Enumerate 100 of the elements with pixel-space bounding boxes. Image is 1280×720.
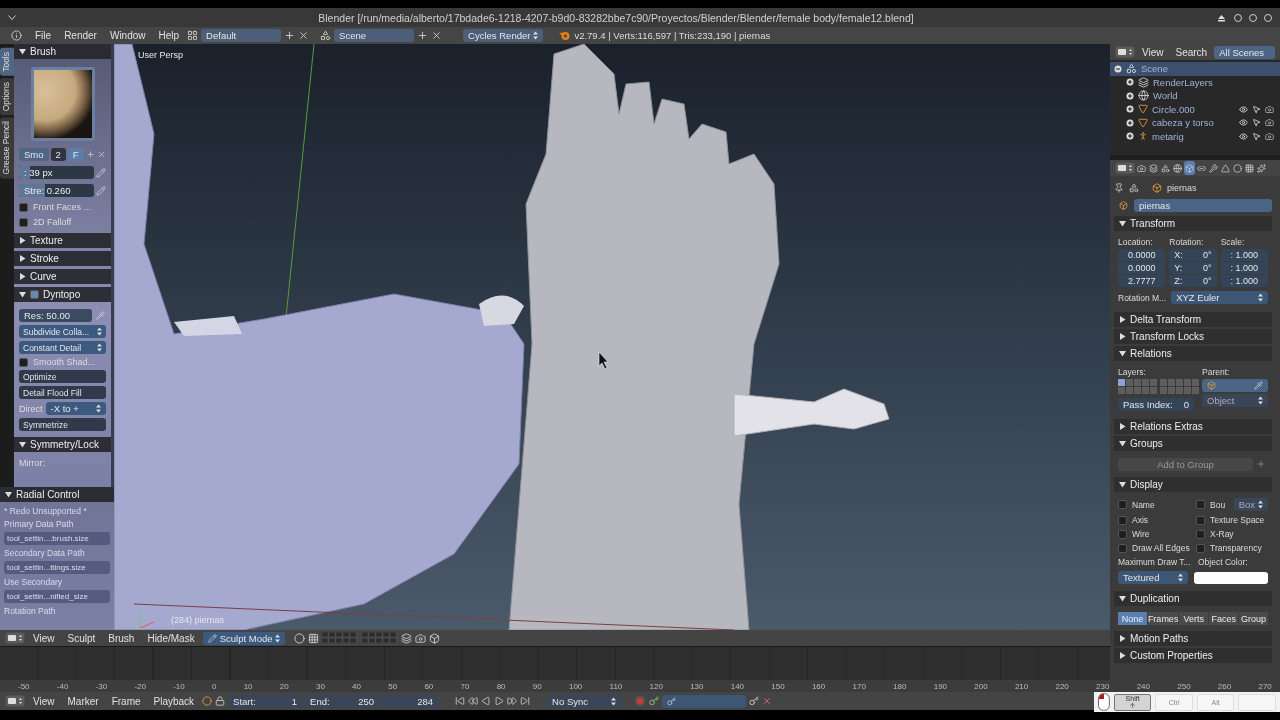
rotation-mode-dropdown[interactable]: XYZ Euler bbox=[1171, 291, 1268, 304]
panel-header[interactable]: Motion Paths bbox=[1114, 631, 1272, 646]
layer-toggle[interactable] bbox=[1150, 387, 1157, 394]
eye-icon[interactable] bbox=[1239, 118, 1248, 128]
layer-toggle[interactable] bbox=[1142, 387, 1149, 394]
location-field[interactable]: 0.0000 bbox=[1118, 262, 1166, 274]
panel-header[interactable]: Stroke bbox=[14, 251, 111, 266]
record-button-icon[interactable] bbox=[634, 695, 647, 707]
layer-toggle[interactable] bbox=[1150, 379, 1157, 386]
layer-toggle[interactable] bbox=[1126, 379, 1133, 386]
panel-header[interactable]: Custom Properties bbox=[1114, 648, 1272, 663]
add-icon[interactable] bbox=[417, 30, 429, 41]
pressure-pen-icon[interactable] bbox=[96, 167, 106, 178]
panel-header[interactable]: Relations Extras bbox=[1114, 419, 1272, 434]
cube-icon[interactable] bbox=[429, 632, 441, 644]
panel-header[interactable]: Dyntopo bbox=[14, 287, 111, 302]
shelf-tab[interactable]: Options bbox=[0, 77, 14, 116]
outliner-row[interactable]: Scene bbox=[1110, 62, 1280, 76]
duplication-option[interactable]: Faces bbox=[1209, 612, 1239, 625]
expand-icon[interactable] bbox=[1126, 91, 1134, 100]
pass-index-field[interactable]: Pass Index: 0 bbox=[1118, 398, 1194, 411]
menu-item[interactable]: Search bbox=[1170, 46, 1213, 58]
start-frame-field[interactable]: Start: 1 bbox=[228, 694, 303, 708]
context-tab[interactable] bbox=[1208, 161, 1219, 175]
tool-button[interactable]: Optimize bbox=[19, 370, 106, 383]
scene-field[interactable]: Scene bbox=[334, 29, 415, 42]
checkbox[interactable] bbox=[1196, 543, 1205, 553]
expand-icon[interactable] bbox=[1126, 78, 1134, 87]
checkbox[interactable] bbox=[1118, 515, 1127, 525]
shading-icon[interactable] bbox=[294, 632, 306, 644]
context-tab[interactable] bbox=[1256, 161, 1267, 175]
delete-keyframe-icon[interactable] bbox=[762, 696, 773, 706]
lock-icon[interactable] bbox=[215, 696, 226, 706]
mode-dropdown[interactable]: Sculpt Mode bbox=[202, 631, 286, 645]
close-icon[interactable] bbox=[298, 30, 310, 41]
add-icon[interactable] bbox=[284, 30, 296, 41]
layer-toggle[interactable] bbox=[1118, 387, 1125, 394]
panel-header[interactable]: Groups bbox=[1114, 436, 1272, 451]
menu-item[interactable]: File bbox=[30, 30, 57, 41]
layout-field[interactable]: Default bbox=[201, 29, 282, 42]
insert-keyframe-icon[interactable] bbox=[749, 696, 760, 706]
duplication-option[interactable]: None bbox=[1118, 612, 1147, 625]
play-reverse-icon[interactable] bbox=[481, 696, 492, 706]
layer-toggle[interactable] bbox=[1192, 387, 1199, 394]
keying-set-field[interactable] bbox=[662, 694, 747, 708]
layer-toggle[interactable] bbox=[1176, 387, 1183, 394]
bounds-type-dropdown[interactable]: Box bbox=[1233, 498, 1268, 511]
panel-header[interactable]: Brush bbox=[14, 44, 111, 59]
brush-preview-image[interactable] bbox=[30, 67, 95, 141]
location-field[interactable]: 2.7777 bbox=[1118, 275, 1166, 287]
layers-icon[interactable] bbox=[401, 632, 413, 644]
close-icon[interactable] bbox=[431, 30, 443, 41]
fast-forward-icon[interactable] bbox=[507, 696, 518, 706]
menu-item[interactable]: Sculpt bbox=[62, 632, 101, 644]
camera-icon[interactable] bbox=[1265, 118, 1274, 128]
pivot-icon[interactable] bbox=[308, 632, 320, 644]
menu-item[interactable]: View bbox=[1137, 46, 1169, 58]
max-draw-type-dropdown[interactable]: Textured bbox=[1118, 571, 1188, 584]
panel-header[interactable]: Symmetry/Lock bbox=[14, 437, 111, 452]
fake-user-toggle[interactable]: F bbox=[67, 148, 84, 161]
duplication-option[interactable]: Verts bbox=[1179, 612, 1209, 625]
menu-item[interactable]: Frame bbox=[106, 695, 146, 707]
brush-users-count[interactable]: 2 bbox=[50, 148, 66, 161]
outliner-row[interactable]: RenderLayers bbox=[1110, 75, 1280, 89]
menu-item[interactable]: Help bbox=[153, 30, 185, 41]
menu-item[interactable]: Hide/Mask bbox=[142, 632, 200, 644]
outliner-row[interactable]: Circle.000 bbox=[1110, 102, 1280, 116]
panel-header[interactable]: Texture bbox=[14, 233, 111, 248]
layer-toggle[interactable] bbox=[1134, 387, 1141, 394]
panel-header[interactable]: Duplication bbox=[1114, 591, 1272, 606]
collapse-icon[interactable] bbox=[1114, 64, 1122, 73]
pin-icon[interactable] bbox=[1114, 183, 1124, 193]
checkbox[interactable] bbox=[1118, 500, 1127, 509]
panel-header[interactable]: Delta Transform bbox=[1114, 312, 1272, 327]
menu-item[interactable]: Window bbox=[104, 30, 151, 41]
context-tab[interactable] bbox=[1172, 161, 1183, 175]
eye-icon[interactable] bbox=[1239, 131, 1248, 141]
tool-button[interactable]: Symmetrize bbox=[19, 418, 106, 431]
checkbox[interactable] bbox=[1196, 500, 1205, 509]
panel-header[interactable]: Transform bbox=[1114, 216, 1272, 231]
expand-icon[interactable] bbox=[1126, 132, 1134, 141]
keying-icon[interactable] bbox=[649, 696, 660, 706]
panel-checkbox[interactable] bbox=[30, 290, 39, 299]
layer-toggle[interactable] bbox=[1184, 379, 1191, 386]
frame-ruler[interactable]: -50 -40 -30 -20 -10 0 10 20 30 40 50 60 70 80 90 100 110 120 130 140 150 160 170 180 190 200 210 220 230 240 250 260 270 bbox=[0, 680, 1280, 692]
object-name-field[interactable]: piernas bbox=[1134, 198, 1272, 212]
duplication-option[interactable]: Group bbox=[1239, 612, 1268, 625]
editor-type-icon[interactable] bbox=[1115, 162, 1135, 174]
3d-viewport[interactable]: User Persp (284) piernas bbox=[114, 44, 1110, 630]
rotation-field[interactable]: Z: 0° bbox=[1169, 275, 1217, 287]
menu-chevron-icon[interactable] bbox=[8, 14, 16, 21]
rewind-icon[interactable] bbox=[468, 696, 479, 706]
checkbox[interactable] bbox=[1118, 529, 1127, 539]
brush-slider[interactable]: : 39 px bbox=[19, 166, 94, 179]
panel-header[interactable]: Curve bbox=[14, 269, 111, 284]
sync-mode-dropdown[interactable]: No Sync bbox=[547, 694, 622, 708]
shelf-tab[interactable]: Grease Pencil bbox=[0, 117, 14, 179]
display-mode-dropdown[interactable]: All Scenes bbox=[1214, 45, 1275, 59]
object-color-swatch[interactable] bbox=[1194, 571, 1268, 584]
jump-end-icon[interactable] bbox=[520, 696, 531, 706]
